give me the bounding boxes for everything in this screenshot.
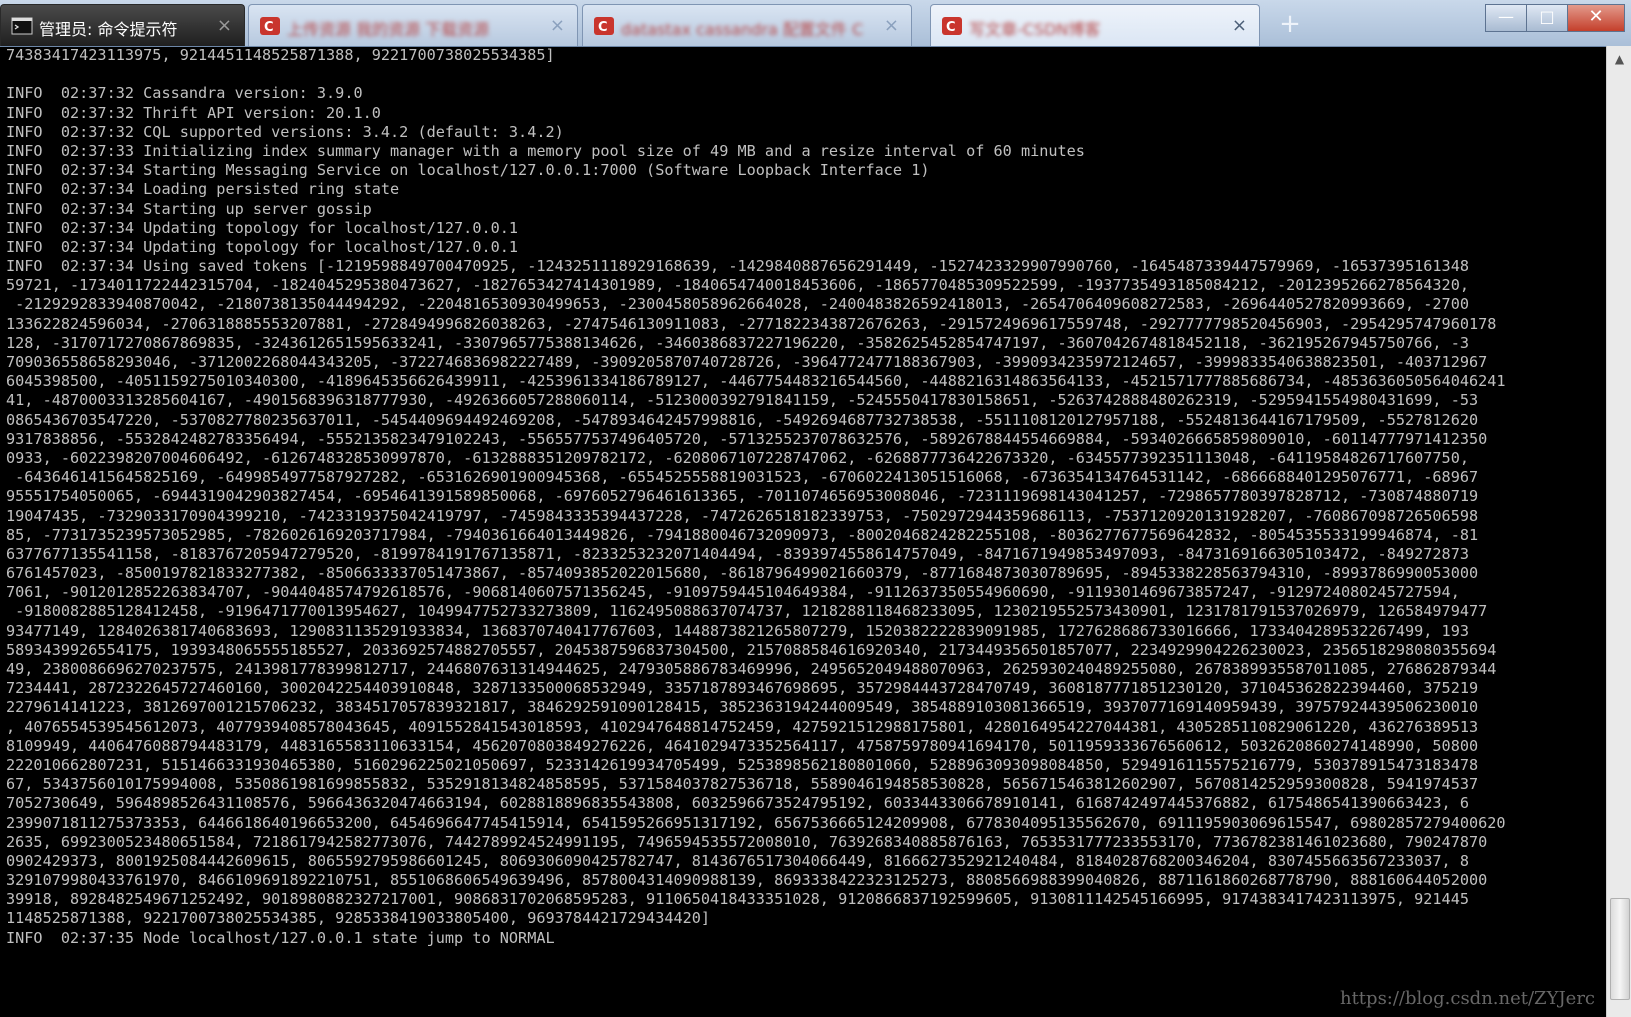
console-line: 133622824596034, -2706318885553207881, -… xyxy=(6,314,1497,333)
console-line: 93477149, 1284026381740683693, 129083113… xyxy=(6,621,1469,640)
console-line: 0902429373, 8001925084442609615, 8065592… xyxy=(6,851,1469,870)
maximize-button[interactable]: □ xyxy=(1526,4,1568,32)
console-line: 128, -3170717270867869835, -324361265159… xyxy=(6,333,1469,352)
console-line: 19047435, -7329033170904399210, -7423319… xyxy=(6,506,1479,525)
scroll-up-arrow-icon[interactable]: ▲ xyxy=(1607,52,1631,66)
svg-text:C: C xyxy=(946,20,956,35)
console-line: 8109949, 4406476088794483179, 4483165583… xyxy=(6,736,1479,755)
close-tab-icon[interactable]: × xyxy=(1232,15,1247,36)
console-line: 85, -7731735239573052985, -7826026169203… xyxy=(6,525,1479,544)
console-line: 59721, -1734011722442315704, -1824045295… xyxy=(6,276,1469,295)
console-output[interactable]: 74383417423113975, 9214451148525871388, … xyxy=(6,46,1606,1017)
console-line: 5893439926554175, 1939348065555185527, 2… xyxy=(6,640,1497,659)
csdn-icon: C xyxy=(942,17,962,35)
window-controls: — □ ✕ xyxy=(1485,4,1625,34)
scroll-thumb[interactable] xyxy=(1610,898,1630,1000)
tab-title: 写文章-CSDN博客 xyxy=(969,20,1101,39)
console-line: INFO 02:37:34 Starting up server gossip xyxy=(6,199,372,218)
console-line: 3291079980433761970, 8466109691892210751… xyxy=(6,871,1488,890)
new-tab-button[interactable]: + xyxy=(1270,10,1310,40)
console-line: 67, 5343756010175994008, 535086198169985… xyxy=(6,775,1479,794)
console-line: INFO 02:37:34 Updating topology for loca… xyxy=(6,218,519,237)
tab-title: datastax cassandra 配置文件 C xyxy=(621,20,864,39)
terminal-icon xyxy=(11,17,33,35)
console-line: 74383417423113975, 9214451148525871388, … xyxy=(6,46,555,64)
close-button[interactable]: ✕ xyxy=(1567,4,1625,32)
console-line: 95551754050065, -6944319042903827454, -6… xyxy=(6,487,1479,506)
tab-datastax-cassandra[interactable]: C datastax cassandra 配置文件 C × xyxy=(582,4,912,46)
close-tab-icon[interactable]: × xyxy=(217,15,232,36)
console-line: 7061, -9012012852263834707, -90440485747… xyxy=(6,583,1460,602)
console-line: 2279614141223, 3812697001215706232, 3834… xyxy=(6,698,1479,717)
watermark: https://blog.csdn.net/ZYJerc xyxy=(1339,988,1595,1009)
console-line: INFO 02:37:32 Thrift API version: 20.1.0 xyxy=(6,103,381,122)
console-line: 41, -4870003313285604167, -4901568396318… xyxy=(6,391,1479,410)
close-tab-icon[interactable]: × xyxy=(884,15,899,36)
console-line: 7234441, 2872322645727460160, 3002042254… xyxy=(6,679,1479,698)
console-line: 6761457023, -8500197821833277382, -85066… xyxy=(6,564,1479,583)
console-line: 7052730649, 5964898526431108576, 5966436… xyxy=(6,794,1469,813)
console-line: 2399071811275373353, 6446618640196653200… xyxy=(6,813,1506,832)
tab-title: 管理员: 命令提示符 xyxy=(39,20,178,39)
console-line: 2635, 6992300523480651584, 7218617942582… xyxy=(6,832,1488,851)
console-line: -9180082885128412458, -91964717700139546… xyxy=(6,602,1488,621)
csdn-icon: C xyxy=(260,17,280,35)
console-line: 0865436703547220, -5370827780235637011, … xyxy=(6,410,1479,429)
console-line: INFO 02:37:34 Using saved tokens [-12195… xyxy=(6,257,1469,276)
console-line: -6436461415645825169, -64998549775879272… xyxy=(6,468,1479,487)
console-line: 6377677135541158, -8183767205947279520, … xyxy=(6,544,1469,563)
csdn-icon: C xyxy=(594,17,614,35)
console-line: 1148525871388, 9221700738025534385, 9285… xyxy=(6,909,711,928)
console-line: INFO 02:37:35 Node localhost/127.0.0.1 s… xyxy=(6,928,555,947)
console-line: INFO 02:37:32 CQL supported versions: 3.… xyxy=(6,122,564,141)
console-line: INFO 02:37:33 Initializing index summary… xyxy=(6,141,1085,160)
console-line: INFO 02:37:34 Starting Messaging Service… xyxy=(6,161,930,180)
tab-csdn-resources[interactable]: C 上传资源 我的资源 下载资源 × xyxy=(248,4,578,46)
console-line: INFO 02:37:34 Updating topology for loca… xyxy=(6,237,519,256)
minimize-button[interactable]: — xyxy=(1485,4,1527,32)
browser-tab-bar: 管理员: 命令提示符 × C 上传资源 我的资源 下载资源 × C datast… xyxy=(0,0,1631,47)
svg-text:C: C xyxy=(264,20,274,35)
vertical-scrollbar[interactable]: ▲ xyxy=(1606,46,1631,1017)
console-line: -2129292833940870042, -21807381350444942… xyxy=(6,295,1469,314)
svg-text:C: C xyxy=(598,20,608,35)
console-line: 9317838856, -5532842482783356494, -55521… xyxy=(6,429,1488,448)
console-line: 222010662807231, 5151466331930465380, 51… xyxy=(6,755,1479,774)
tab-write-article[interactable]: C 写文章-CSDN博客 × xyxy=(930,4,1260,46)
console-line: INFO 02:37:34 Loading persisted ring sta… xyxy=(6,180,400,199)
console-line: INFO 02:37:32 Cassandra version: 3.9.0 xyxy=(6,84,363,103)
console-line: 709036558658293046, -3712002268044343205… xyxy=(6,353,1488,371)
console-line: 39918, 8928482549671252492, 901898088232… xyxy=(6,890,1469,909)
close-tab-icon[interactable]: × xyxy=(550,15,565,36)
console-line: 0933, -6022398207004606492, -61267483285… xyxy=(6,448,1469,467)
console-line: , 4076554539545612073, 40779394085780436… xyxy=(6,717,1479,736)
console-line: 6045398500, -4051159275010340300, -41896… xyxy=(6,372,1506,391)
tab-title: 上传资源 我的资源 下载资源 xyxy=(287,20,490,39)
console-line: 49, 2380086696270237575, 241398177839981… xyxy=(6,660,1497,678)
tab-command-prompt[interactable]: 管理员: 命令提示符 × xyxy=(0,4,245,46)
